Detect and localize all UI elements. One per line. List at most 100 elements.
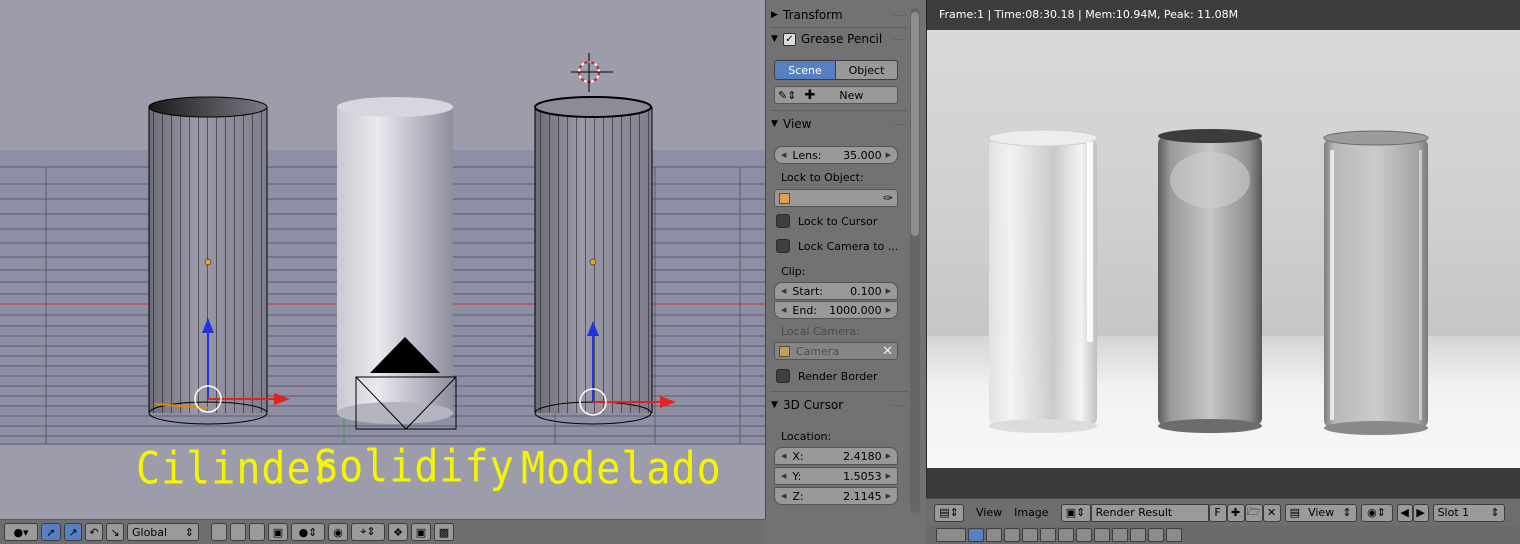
new-label: New [839, 88, 864, 102]
camera-icon[interactable] [986, 528, 1002, 542]
slot-value: Slot 1 [1437, 506, 1470, 519]
eyedropper-icon[interactable]: ✑ [883, 191, 893, 205]
physics-icon[interactable] [1166, 528, 1182, 542]
increment-icon: ▶ [885, 472, 891, 480]
decrement-icon: ◀ [781, 287, 787, 295]
layer-3-icon[interactable] [249, 523, 265, 541]
panel-grease-pencil-header[interactable]: ▼ ✓ Grease Pencil ⋯⋯ [771, 28, 907, 50]
panel-divider [771, 391, 907, 392]
open-image-icon[interactable]: 🗁 [1244, 503, 1263, 522]
occlude-geometry-icon[interactable]: ▣ [268, 523, 288, 541]
collapse-down-icon: ▼ [771, 34, 778, 44]
object-icon[interactable] [1040, 528, 1056, 542]
orientation-select[interactable]: Global ⇕ [127, 523, 199, 541]
tab-scene[interactable]: Scene [774, 60, 836, 80]
texture-icon[interactable] [1130, 528, 1146, 542]
location-label: Location: [781, 430, 832, 443]
lock-camera-checkbox[interactable] [776, 239, 790, 253]
particles-icon[interactable] [1148, 528, 1164, 542]
slot-next-icon[interactable]: ▶ [1412, 503, 1429, 522]
fake-user-button[interactable]: F [1208, 503, 1227, 522]
decrement-icon: ◀ [781, 151, 787, 159]
panel-grip-icon[interactable]: ⋯⋯ [892, 11, 907, 20]
cursor-z-field[interactable]: ◀ Z: 2.1145 ▶ [774, 487, 898, 505]
lock-to-object-label: Lock to Object: [781, 171, 864, 184]
material-icon[interactable] [1112, 528, 1128, 542]
render-layer-icon[interactable] [968, 528, 984, 542]
panel-grease-pencil-title: Grease Pencil [801, 32, 883, 46]
pivot-point-select[interactable]: ●⇕ [291, 523, 325, 541]
image-name-field[interactable]: Render Result [1090, 503, 1209, 522]
render-border-label: Render Border [798, 370, 878, 383]
lock-to-cursor-checkbox[interactable] [776, 214, 790, 228]
increment-icon: ▶ [885, 306, 891, 314]
cursor-x-value: 2.4180 [843, 449, 882, 463]
world-icon[interactable] [1004, 528, 1020, 542]
cursor-y-field[interactable]: ◀ Y: 1.5053 ▶ [774, 467, 898, 485]
constraint-icon[interactable] [1058, 528, 1074, 542]
view-select[interactable]: ▤ View ⇕ [1284, 503, 1357, 522]
scale-manipulator-icon[interactable]: ↘ [106, 523, 124, 541]
lens-field[interactable]: ◀ Lens: 35.000 ▶ [774, 146, 898, 164]
layer-1-icon[interactable] [211, 523, 227, 541]
panel-3d-cursor-header[interactable]: ▼ 3D Cursor ⋯⋯ [771, 394, 907, 416]
slot-previous-icon[interactable]: ◀ [1396, 503, 1413, 522]
view-select-value: View [1308, 506, 1335, 519]
collapse-right-icon: ▶ [771, 10, 778, 20]
editor-type-button[interactable]: ●▾ [4, 523, 38, 541]
layer-2-icon[interactable] [230, 523, 246, 541]
decrement-icon: ◀ [781, 472, 787, 480]
tab-object[interactable]: Object [836, 60, 898, 80]
render-still-icon[interactable]: ▣ [411, 523, 431, 541]
panel-view-header[interactable]: ▼ View ⋯⋯ [771, 113, 907, 135]
translate-manipulator-icon[interactable]: ↗ [64, 523, 82, 541]
scrollbar-thumb[interactable] [911, 12, 919, 236]
panel-grip-icon[interactable]: ⋯⋯ [892, 401, 907, 410]
clip-start-value: 0.100 [850, 284, 882, 298]
render-border-checkbox[interactable] [776, 369, 790, 383]
image-name-value: Render Result [1095, 506, 1173, 519]
cursor-x-label: X: [792, 449, 804, 463]
snap-icon[interactable]: ❖ [388, 523, 408, 541]
3d-cursor-icon [571, 53, 613, 92]
editor-type-button[interactable] [936, 528, 966, 542]
clip-start-field[interactable]: ◀ Start: 0.100 ▶ [774, 282, 898, 300]
unlink-image-icon[interactable]: ✕ [1262, 503, 1281, 522]
increment-icon: ▶ [885, 452, 891, 460]
local-camera-field[interactable]: Camera ✕ [774, 342, 898, 360]
clip-start-label: Start: [792, 284, 823, 298]
menu-image[interactable]: Image [1014, 506, 1056, 519]
increment-icon: ▶ [885, 492, 891, 500]
render-result-image[interactable] [927, 30, 1520, 468]
panel-grip-icon[interactable]: ⋯⋯ [892, 35, 907, 44]
transform-manipulator-icon[interactable]: ➚ [41, 523, 61, 541]
modifier-icon[interactable] [1076, 528, 1092, 542]
rotate-manipulator-icon[interactable]: ↶ [85, 523, 103, 541]
plus-icon: ✚ [804, 87, 816, 103]
properties-region-bottom [765, 519, 926, 544]
slot-select[interactable]: Slot 1 ⇕ [1432, 503, 1505, 522]
panel-transform-header[interactable]: ▶ Transform ⋯⋯ [771, 4, 907, 26]
label-cilinder: Cilinder [136, 443, 337, 495]
decrement-icon: ◀ [781, 306, 787, 314]
new-image-icon[interactable]: ✚ [1226, 503, 1245, 522]
cursor-x-field[interactable]: ◀ X: 2.4180 ▶ [774, 447, 898, 465]
image-browse-button[interactable]: ▣⇕ [1060, 503, 1091, 522]
proportional-edit-icon[interactable]: ◉ [328, 523, 348, 541]
panel-grip-icon[interactable]: ⋯⋯ [892, 120, 907, 129]
clip-end-field[interactable]: ◀ End: 1000.000 ▶ [774, 301, 898, 319]
grease-pencil-checkbox[interactable]: ✓ [783, 32, 796, 46]
clear-icon[interactable]: ✕ [882, 344, 893, 359]
render-animation-icon[interactable]: ▩ [434, 523, 454, 541]
snap-element-select[interactable]: ⌖⇕ [351, 523, 385, 541]
menu-view[interactable]: View [968, 506, 1010, 519]
lock-to-object-field[interactable]: ✑ [774, 189, 898, 207]
3d-viewport[interactable]: Cilinder Solidify Modelado [0, 0, 765, 519]
grease-pencil-new-button[interactable]: ✎⇕ ✚ New [774, 86, 898, 104]
pivot-select[interactable]: ◉⇕ [1360, 503, 1393, 522]
data-icon[interactable] [1094, 528, 1110, 542]
properties-scrollbar[interactable] [910, 8, 920, 513]
scene-icon[interactable] [1022, 528, 1038, 542]
collapse-down-icon: ▼ [771, 400, 778, 410]
editor-type-button[interactable]: ▤⇕ [934, 503, 964, 522]
